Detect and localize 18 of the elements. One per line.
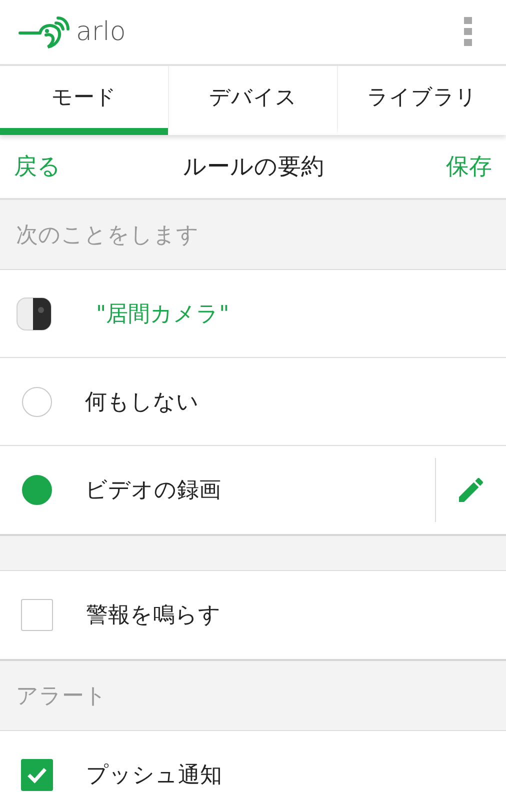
checkbox[interactable] — [21, 759, 53, 791]
section-heading: アラート — [16, 682, 107, 710]
option-label: 警報を鳴らす — [86, 602, 222, 630]
radio-button[interactable] — [22, 386, 52, 416]
radio-button[interactable] — [22, 475, 52, 505]
more-menu-icon[interactable] — [464, 17, 472, 47]
option-label: ビデオの録画 — [85, 477, 222, 505]
option-label: プッシュ通知 — [86, 762, 223, 790]
logo-wordmark: arlo — [76, 17, 126, 47]
checkbox[interactable] — [21, 599, 53, 631]
option-label: 何もしない — [85, 388, 200, 416]
page-title: ルールの要約 — [183, 153, 324, 182]
tab[interactable]: デバイス — [168, 66, 337, 135]
device-name: "居間カメラ" — [96, 300, 230, 328]
section-heading: 次のことをします — [16, 222, 199, 250]
tab[interactable]: ライブラリ — [337, 66, 506, 135]
camera-icon — [16, 296, 52, 330]
tab[interactable]: モード — [0, 66, 168, 135]
